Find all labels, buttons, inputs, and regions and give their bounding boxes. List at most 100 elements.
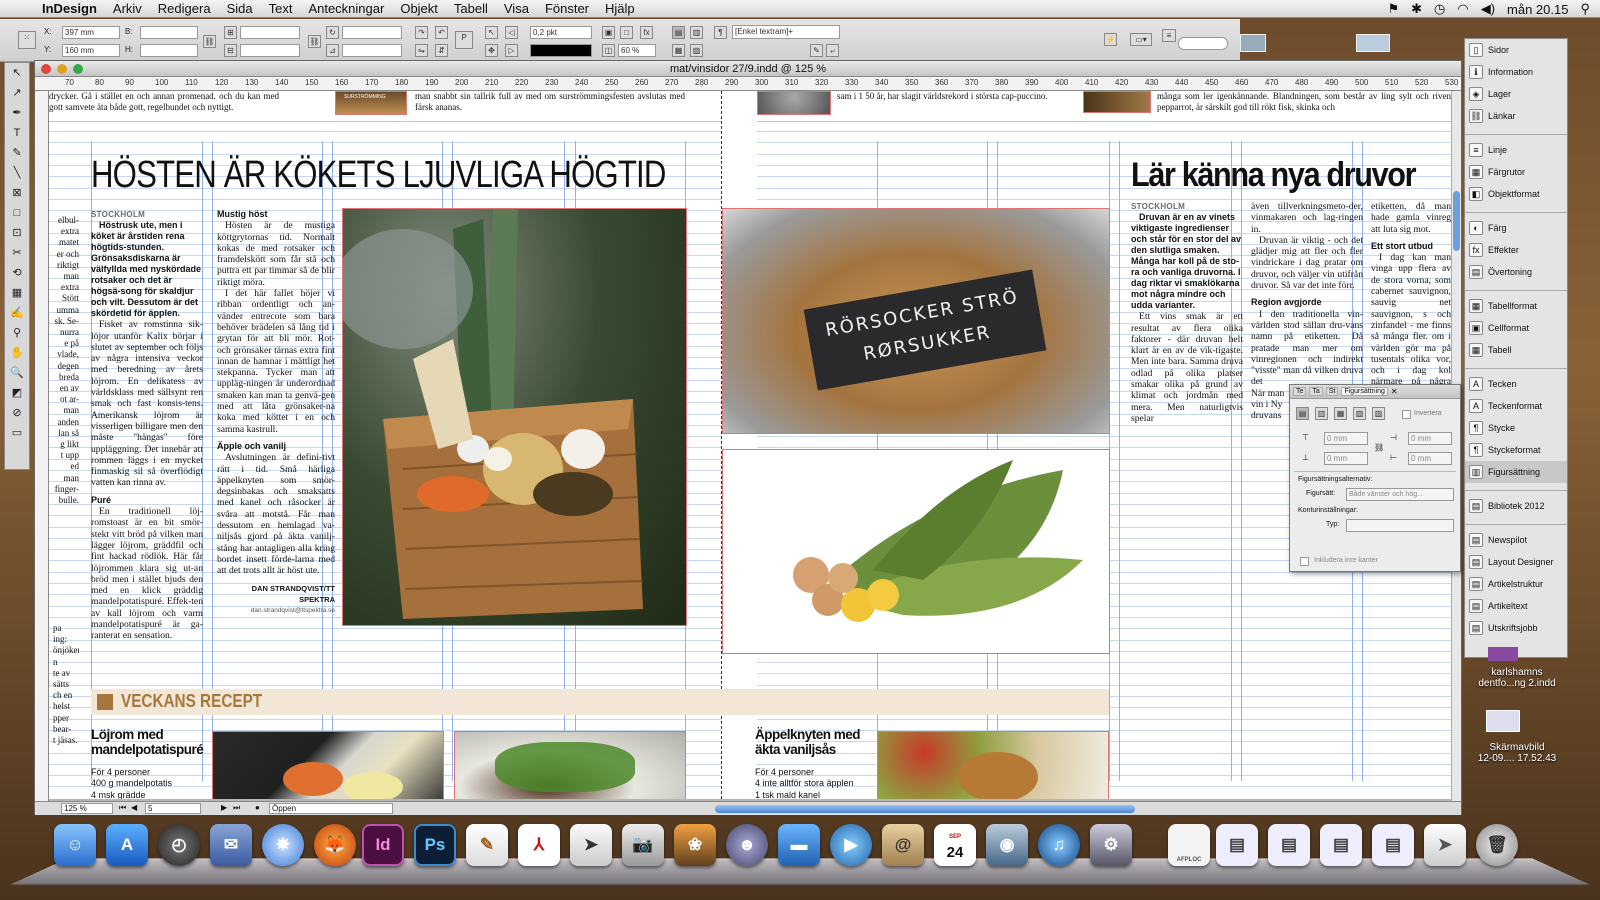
panel-item-bibliotek-2012[interactable]: ▤ Bibliotek 2012 (1465, 495, 1567, 517)
wrap-none-icon[interactable]: ▤ (1296, 407, 1309, 420)
text-wrap-box-icon[interactable]: ▥ (690, 26, 703, 39)
photo-booth-icon[interactable]: ◉ (986, 824, 1028, 866)
eyedropper-tool-icon[interactable]: ⚲ (5, 323, 29, 343)
lightning-icon[interactable]: ⚡ (1104, 33, 1117, 46)
zoom-window-icon[interactable] (73, 64, 83, 74)
clear-overrides-icon[interactable]: ✎ (810, 44, 823, 57)
select-next-icon[interactable]: ▷ (505, 44, 518, 57)
rectangle-frame-tool-icon[interactable]: ⊠ (5, 183, 29, 203)
panel-item-utskriftsjobb[interactable]: ▤ Utskriftsjobb (1465, 617, 1567, 639)
menu-tabell[interactable]: Tabell (446, 1, 496, 16)
panel-item-tabellformat[interactable]: ▦ Tabellformat (1465, 295, 1567, 317)
indesign-file-icon[interactable] (1488, 647, 1518, 661)
lojrom-photo[interactable] (212, 731, 444, 799)
rotate-icon[interactable]: ↻ (326, 26, 339, 39)
left-margin-lower-column[interactable]: paing:önjökennte avsättsch enhelstpperbe… (53, 623, 79, 799)
fill-stroke-icon[interactable]: ◩ (5, 383, 29, 403)
recipe-banner[interactable]: VECKANS RECEPT (91, 689, 1109, 715)
recipe2-ingredients[interactable]: För 4 personer 4 inte alltför stora äpple… (755, 767, 873, 799)
top-strip-bread-photo[interactable] (1083, 91, 1151, 113)
rotate-field[interactable] (342, 26, 402, 39)
calendar-icon[interactable]: SEP 24 (934, 824, 976, 866)
panel-item-sidor[interactable]: ▯ Sidor (1465, 39, 1567, 61)
text-wrap-shape-icon[interactable]: ▦ (672, 44, 685, 57)
panel-item-cellformat[interactable]: ▣ Cellformat (1465, 317, 1567, 339)
top-strip-surstromming-photo[interactable]: SURSTRÖMMING (335, 91, 407, 115)
minimized-window-3-icon[interactable]: ▤ (1320, 824, 1362, 866)
horizontal-ruler[interactable]: 70 80 90 100 110 120 130 140 150 160 170 180 190 200 2… (35, 77, 1461, 91)
recipe1-title[interactable]: Löjrom med mandelpotatispuré (91, 727, 209, 757)
desktop-file-screenshot[interactable]: Skärmavbild 12-09.... 17.52.43 (1462, 742, 1572, 764)
horizontal-scroll-thumb[interactable] (715, 805, 1135, 813)
left-margin-column[interactable]: elbul-extra matet er och riktigt man extra Stö… (53, 215, 80, 515)
apply-none-icon[interactable]: ⊘ (5, 403, 29, 423)
apple-pastry-photo[interactable] (877, 731, 1109, 799)
left-offset-field[interactable]: 0 mm (1408, 432, 1452, 445)
scale-y-icon[interactable]: ⊟ (224, 44, 237, 57)
type-tool-icon[interactable]: T (5, 123, 29, 143)
stroke-weight-field[interactable]: 0,2 pkt (530, 26, 592, 39)
pen-tool-icon[interactable]: ✒ (5, 103, 29, 123)
zoom-tool-icon[interactable]: 🔍 (5, 363, 29, 383)
note-tool-icon[interactable]: ✍ (5, 303, 29, 323)
vertical-scroll-thumb[interactable] (1453, 191, 1460, 251)
photoshop-dock-icon[interactable]: Ps (414, 824, 456, 866)
menu-fonster[interactable]: Fönster (537, 1, 597, 16)
article2-headline[interactable]: Lär känna nya druvor (1131, 155, 1428, 195)
text-wrap-panel[interactable]: Te Ta St Figursättning ✕ ▤ ▥ ▦ ▧ ▨ Inver… (1289, 384, 1461, 572)
itunes-icon[interactable]: ♫ (1038, 824, 1080, 866)
minimized-window-4-icon[interactable]: ▤ (1372, 824, 1414, 866)
article1-column-1[interactable]: STOCKHOLM Höstrusk ute, men i köket är å… (91, 209, 203, 639)
rotate-cw-icon[interactable]: ↷ (415, 26, 428, 39)
panel-item-lankar[interactable]: ⛓ Länkar (1465, 105, 1567, 127)
vegetable-basket-photo[interactable] (342, 208, 687, 626)
invert-checkbox[interactable] (1402, 410, 1411, 419)
screen-mode-icon[interactable]: ▭▾ (1130, 33, 1152, 46)
view-mode-icon[interactable]: ▭ (5, 423, 29, 443)
downloads-stack-icon[interactable]: ➤ (1424, 824, 1466, 866)
close-window-icon[interactable] (41, 64, 51, 74)
golden-beet-photo[interactable] (722, 449, 1110, 654)
stroke-type-select[interactable] (530, 44, 592, 57)
height-field[interactable] (140, 44, 198, 57)
scissors-tool-icon[interactable]: ✂ (5, 243, 29, 263)
volume-icon[interactable]: ◀) (1481, 1, 1495, 17)
menu-objekt[interactable]: Objekt (392, 1, 446, 16)
x-field[interactable]: 397 mm (62, 26, 120, 39)
panel-item-overtoning[interactable]: ▤ Övertoning (1465, 261, 1567, 283)
spotlight-icon[interactable]: ⚲ (1580, 1, 1590, 17)
text-wrap-jump-icon[interactable]: ▧ (690, 44, 703, 57)
firefox-icon[interactable]: 🦊 (314, 824, 356, 866)
panel-item-teckenformat[interactable]: A Teckenformat (1465, 395, 1567, 417)
desktop-file-karlshamns[interactable]: karlshamns dentfo...ng 2.indd (1462, 667, 1572, 689)
rotate-ccw-icon[interactable]: ↶ (435, 26, 448, 39)
sugar-jar-photo[interactable]: RÖRSOCKER STRÖ RØRSUKKER (722, 208, 1110, 434)
wrap-jump-icon[interactable]: ▧ (1353, 407, 1366, 420)
afploc-document-icon[interactable]: AFPLOC (1168, 824, 1210, 866)
text-wrap-none-icon[interactable]: ▤ (672, 26, 685, 39)
send-icon[interactable]: ➤ (570, 824, 612, 866)
top-strip-cup-photo[interactable] (757, 91, 831, 115)
desktop-screenshot-icon[interactable] (1356, 34, 1390, 52)
address-book-icon[interactable]: @ (882, 824, 924, 866)
panel-item-information[interactable]: ℹ Information (1465, 61, 1567, 83)
reference-point-icon[interactable]: ⁙ (18, 31, 36, 49)
iphoto-icon[interactable]: ❀ (674, 824, 716, 866)
flip-v-icon[interactable]: ⇵ (435, 44, 448, 57)
recipe2-title[interactable]: Äppelknyten med äkta vaniljsås (755, 727, 873, 757)
select-content-icon[interactable]: ✥ (485, 44, 498, 57)
menu-indesign[interactable]: InDesign (34, 1, 105, 16)
user-icon[interactable]: ☻ (726, 824, 768, 866)
article1-column-2[interactable]: Mustig höst Hösten är de mustiga köttgry… (217, 209, 335, 639)
top-strip-mid-text[interactable]: man snabbt sin tallrik full av med om su… (415, 91, 685, 117)
document-canvas[interactable]: drycker. Gå i stället en och annan prome… (49, 91, 1451, 799)
panel-item-tabell[interactable]: ▦ Tabell (1465, 339, 1567, 361)
panel-item-effekter[interactable]: fx Effekter (1465, 239, 1567, 261)
panel-item-tecken[interactable]: A Tecken (1465, 373, 1567, 395)
time-machine-icon[interactable]: ◷ (1434, 1, 1445, 17)
status-field[interactable]: Öppen (269, 803, 393, 814)
panel-item-farg[interactable]: ◐ Färg (1465, 217, 1567, 239)
panel-item-objektformat[interactable]: ◧ Objektformat (1465, 183, 1567, 205)
panel-tab-st[interactable]: St (1325, 387, 1339, 396)
panel-item-figursattning[interactable]: ▥ Figursättning (1465, 461, 1567, 483)
